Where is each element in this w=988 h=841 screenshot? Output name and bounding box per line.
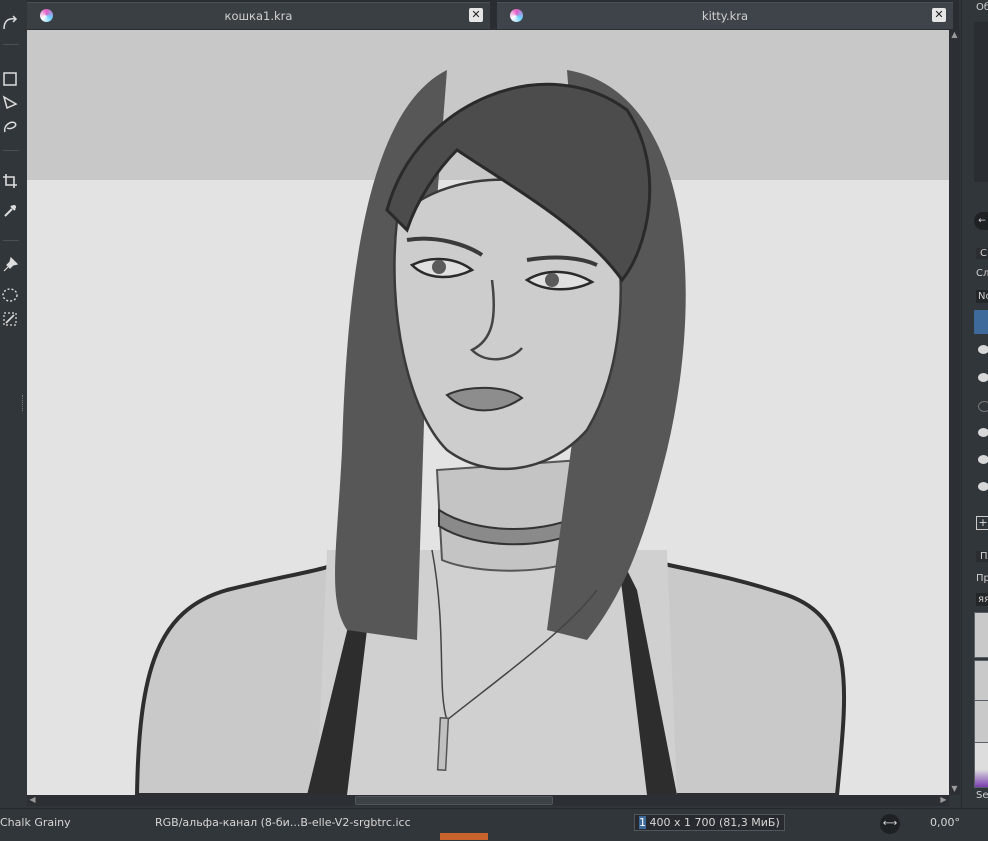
image-size-selected: 1 [639, 816, 646, 829]
scrollbar-thumb[interactable] [355, 796, 553, 805]
toolbox-splitter[interactable] [22, 395, 26, 411]
eye-icon[interactable] [978, 482, 988, 491]
progress-indicator [440, 833, 488, 840]
status-bar: Chalk Grainy RGB/альфа-канал (8-би...B-e… [0, 808, 988, 841]
magic-select-icon[interactable] [1, 310, 19, 328]
lasso-select-icon[interactable] [1, 118, 19, 136]
zoom-button[interactable]: ← [974, 212, 988, 230]
rotate-canvas-icon[interactable]: ⟷ [880, 814, 900, 834]
brush-preset-thumb[interactable] [974, 742, 988, 788]
vertical-scrollbar[interactable]: ▲ ▼ [949, 30, 960, 795]
eye-icon[interactable] [978, 345, 988, 354]
scroll-up-arrow[interactable]: ▲ [949, 30, 960, 41]
horizontal-scrollbar[interactable]: ◀ ▶ [27, 795, 949, 806]
document-tab-bar: кошка1.kra ✕ kitty.kra ✕ [27, 0, 959, 30]
presets-label: Пре [976, 573, 988, 584]
tab-label: kitty.kra [701, 9, 749, 23]
overview-header: Об [976, 2, 988, 13]
eye-icon[interactable] [978, 455, 988, 464]
canvas[interactable] [27, 30, 949, 795]
toolbox-divider [3, 44, 19, 45]
freehand-path-icon[interactable] [1, 14, 19, 32]
scroll-down-arrow[interactable]: ▼ [949, 784, 960, 795]
scroll-right-arrow[interactable]: ▶ [938, 795, 949, 806]
assistant-pin-icon[interactable] [1, 256, 19, 274]
brush-preset-thumb[interactable] [974, 700, 988, 746]
toolbox-divider [3, 150, 19, 151]
tab-koshka1[interactable]: кошка1.kra ✕ [27, 2, 490, 29]
scroll-left-arrow[interactable]: ◀ [27, 795, 38, 806]
blend-mode-select[interactable]: No [976, 290, 988, 303]
rotation-angle[interactable]: 0,00° [930, 816, 960, 829]
current-brush[interactable]: Chalk Grainy [0, 816, 71, 829]
preset-search-label: Sea [976, 790, 988, 801]
color-picker-icon[interactable] [1, 202, 19, 220]
layer-row-selected[interactable] [974, 310, 988, 334]
add-layer-icon[interactable]: + [976, 516, 988, 530]
crop-icon[interactable] [1, 172, 19, 190]
toolbox-divider [3, 240, 19, 241]
image-size: 1 400 x 1 700 (81,3 МиБ) [634, 814, 785, 831]
elliptical-select-icon[interactable] [1, 286, 19, 304]
artwork [27, 30, 949, 795]
tab-label: кошка1.kra [224, 9, 293, 23]
close-tab-icon[interactable]: ✕ [932, 8, 946, 22]
toolbox [0, 0, 28, 800]
eye-icon[interactable] [978, 373, 988, 382]
eye-icon[interactable] [978, 428, 988, 437]
layers-tab[interactable]: С [976, 248, 988, 259]
eye-hidden-icon[interactable] [978, 401, 988, 412]
close-tab-icon[interactable]: ✕ [469, 8, 483, 22]
preset-filter[interactable]: яя [976, 593, 988, 606]
polygon-select-icon[interactable] [1, 94, 19, 112]
brush-preset-thumb[interactable] [974, 612, 988, 658]
layers-label: Сло [976, 268, 988, 279]
overview-preview [974, 22, 988, 182]
right-dock: Об ← С Сло No + П Пре яя Sea [961, 0, 988, 808]
presets-tab[interactable]: П [976, 551, 988, 562]
image-size-text: 400 x 1 700 (81,3 МиБ) [646, 816, 780, 829]
rectangle-select-icon[interactable] [1, 70, 19, 88]
color-space[interactable]: RGB/альфа-канал (8-би...B-elle-V2-srgbtr… [155, 816, 411, 829]
tab-kitty[interactable]: kitty.kra ✕ [497, 2, 953, 29]
